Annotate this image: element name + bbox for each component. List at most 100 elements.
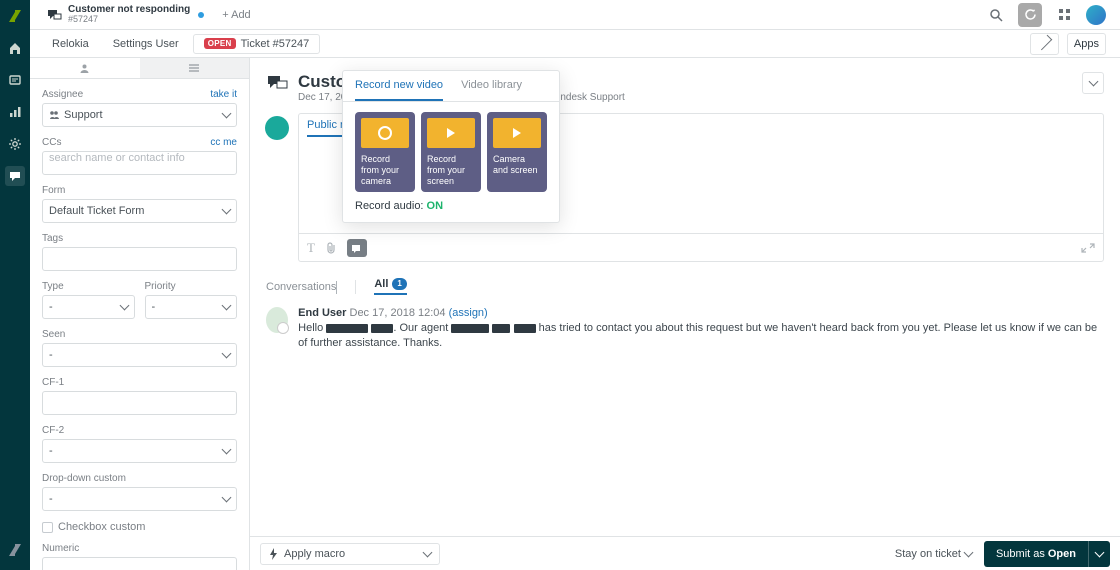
chevron-down-icon <box>1095 547 1105 557</box>
video-popover: Record new video Video library Record fr… <box>342 70 560 223</box>
cf2-label: CF-2 <box>42 425 64 436</box>
play-icon <box>447 128 455 138</box>
redacted <box>371 324 393 333</box>
nav-reports-icon[interactable] <box>5 102 25 122</box>
chevron-down-icon <box>222 493 232 503</box>
breadcrumb-current[interactable]: OPEN Ticket #57247 <box>193 34 321 54</box>
card-record-camera[interactable]: Record from your camera <box>355 112 415 192</box>
person-icon <box>79 63 90 74</box>
chevron-down-icon <box>423 547 433 557</box>
speech-icon <box>266 72 288 94</box>
submit-button[interactable]: Submit asOpen <box>984 541 1088 567</box>
breadcrumb-settings-user[interactable]: Settings User <box>103 35 189 53</box>
breadcrumb: Relokia Settings User OPEN Ticket #57247… <box>30 30 1120 58</box>
seen-label: Seen <box>42 329 65 340</box>
end-user-avatar <box>266 307 288 333</box>
speech-icon <box>46 7 62 23</box>
nav-home-icon[interactable] <box>5 38 25 58</box>
panel-tab-list[interactable] <box>140 58 250 78</box>
camera-icon <box>378 126 392 140</box>
cf2-select[interactable]: - <box>42 439 237 463</box>
ticket-main: Customer not responding Dec 17, 2018 12:… <box>250 58 1120 570</box>
cf1-label: CF-1 <box>42 377 64 388</box>
message-author: End User <box>298 307 346 319</box>
nav-chat-icon[interactable] <box>5 166 25 186</box>
seen-select[interactable]: - <box>42 343 237 367</box>
cf1-input[interactable] <box>42 391 237 415</box>
record-audio-label: Record audio: <box>355 200 427 212</box>
conversations-all-tab[interactable]: All1 <box>374 278 407 295</box>
priority-select[interactable]: - <box>145 295 238 319</box>
cc-me-link[interactable]: cc me <box>210 137 237 148</box>
zendesk-icon[interactable] <box>5 540 25 560</box>
message-time: Dec 17, 2018 12:04 <box>350 307 446 319</box>
redacted <box>514 324 536 333</box>
nav-tickets-icon[interactable] <box>5 70 25 90</box>
nav-settings-icon[interactable] <box>5 134 25 154</box>
video-reply-icon[interactable] <box>347 239 367 257</box>
tags-label: Tags <box>42 233 63 244</box>
people-icon <box>49 110 59 120</box>
reply-expand-icon[interactable] <box>1081 242 1095 254</box>
list-icon <box>188 63 200 73</box>
chevron-down-icon <box>1088 77 1098 87</box>
text-format-icon[interactable]: T <box>307 240 315 256</box>
ticket-more-button[interactable] <box>1082 72 1104 94</box>
agent-avatar <box>265 116 289 140</box>
numeric-input[interactable] <box>42 557 237 570</box>
tab-record-new[interactable]: Record new video <box>355 71 443 101</box>
type-select[interactable]: - <box>42 295 135 319</box>
ccs-label: CCs <box>42 137 61 148</box>
assignee-select[interactable]: Support <box>42 103 237 127</box>
checkbox-custom[interactable]: Checkbox custom <box>42 521 237 533</box>
chevron-down-icon <box>336 281 337 294</box>
play-icon <box>513 128 521 138</box>
type-label: Type <box>42 281 64 292</box>
tab-unread-dot-icon <box>198 12 204 18</box>
search-icon[interactable] <box>984 3 1008 27</box>
ticket-tab[interactable]: Customer not responding #57247 <box>36 0 214 30</box>
refresh-icon[interactable] <box>1018 3 1042 27</box>
tags-input[interactable] <box>42 247 237 271</box>
card-camera-and-screen[interactable]: Camera and screen <box>487 112 547 192</box>
chevron-right-icon <box>1037 34 1053 50</box>
assignee-value: Support <box>64 109 103 121</box>
chevron-down-icon <box>964 547 974 557</box>
redacted <box>451 324 489 333</box>
apply-macro-select[interactable]: Apply macro <box>260 543 440 565</box>
record-audio-state[interactable]: ON <box>427 200 444 212</box>
assign-link[interactable]: (assign) <box>449 307 488 319</box>
stay-on-ticket[interactable]: Stay on ticket <box>895 548 972 560</box>
ccs-input[interactable]: search name or contact info <box>42 151 237 175</box>
submit-dropdown[interactable] <box>1088 541 1110 567</box>
chevron-down-icon <box>119 301 129 311</box>
assignee-label: Assignee <box>42 89 83 100</box>
breadcrumb-relokia[interactable]: Relokia <box>42 35 99 53</box>
chevron-down-icon <box>222 109 232 119</box>
tab-video-library[interactable]: Video library <box>461 71 522 101</box>
message-item: End User Dec 17, 2018 12:04 (assign) Hel… <box>266 307 1104 351</box>
dropdown-select[interactable]: - <box>42 487 237 511</box>
form-label: Form <box>42 185 65 196</box>
checkbox-icon <box>42 522 53 533</box>
redacted <box>492 324 510 333</box>
panel-tab-requester[interactable] <box>30 58 140 78</box>
attachment-icon[interactable] <box>325 241 337 255</box>
breadcrumb-current-label: Ticket #57247 <box>241 38 310 50</box>
next-ticket-button[interactable] <box>1030 33 1059 55</box>
conversations-tab[interactable]: Conversations <box>266 281 337 293</box>
avatar[interactable] <box>1086 5 1106 25</box>
take-it-link[interactable]: take it <box>210 89 237 100</box>
bolt-icon <box>269 548 278 560</box>
chevron-down-icon <box>222 349 232 359</box>
add-tab[interactable]: + Add <box>214 9 258 21</box>
all-count-badge: 1 <box>392 278 406 290</box>
apps-button[interactable]: Apps <box>1067 33 1106 55</box>
chevron-down-icon <box>222 205 232 215</box>
numeric-label: Numeric <box>42 543 79 554</box>
window-tabbar: Customer not responding #57247 + Add <box>30 0 1120 30</box>
chevron-down-icon <box>222 301 232 311</box>
card-record-screen[interactable]: Record from your screen <box>421 112 481 192</box>
apps-grid-icon[interactable] <box>1052 3 1076 27</box>
form-select[interactable]: Default Ticket Form <box>42 199 237 223</box>
